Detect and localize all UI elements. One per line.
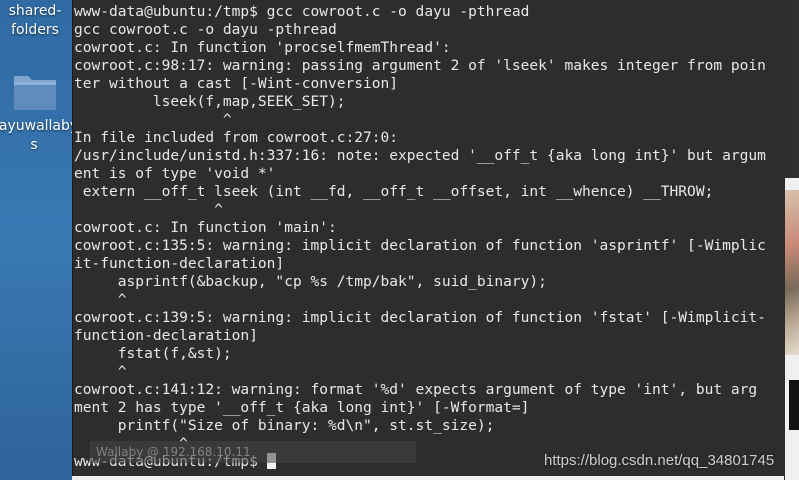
desktop-icon-shared-folders[interactable]: shared- folders (0, 2, 70, 40)
terminal-line: fstat(f,&st); (74, 345, 232, 362)
terminal-line: gcc cowroot.c -o dayu -pthread (74, 21, 337, 38)
terminal-line: /usr/include/unistd.h:337:16: note: expe… (74, 147, 766, 164)
desktop-icon-label-line1: dayuwallaby (0, 118, 79, 134)
terminal-line: ter without a cast [-Wint-conversion] (74, 75, 399, 92)
folder-icon[interactable] (13, 70, 57, 112)
terminal-output[interactable]: www-data@ubuntu:/tmp$ gcc cowroot.c -o d… (74, 3, 785, 471)
terminal-line: extern __off_t lseek (int __fd, __off_t … (74, 183, 714, 200)
terminal-line: ^ (74, 111, 232, 128)
desktop-icon-dayuwallabys[interactable]: dayuwallaby s (0, 117, 78, 155)
terminal-line: cowroot.c: In function 'procselfmemThrea… (74, 39, 451, 56)
taskbar-edge (72, 476, 784, 480)
terminal-line: printf("Size of binary: %d\n", st.st_siz… (74, 417, 495, 434)
terminal-line: it-function-declaration] (74, 255, 285, 272)
desktop-icon-label-line2: folders (11, 22, 59, 38)
terminal-line: function-declaration] (74, 327, 258, 344)
terminal-line: cowroot.c:98:17: warning: passing argume… (74, 57, 766, 74)
terminal-line: www-data@ubuntu:/tmp$ gcc cowroot.c -o d… (74, 3, 530, 20)
terminal-line: In file included from cowroot.c:27:0: (74, 129, 399, 146)
desktop: shared- folders dayuwallaby s (0, 0, 78, 480)
terminal-line: cowroot.c:141:12: warning: format '%d' e… (74, 381, 758, 398)
terminal-line: ment 2 has type '__off_t {aka long int}'… (74, 399, 530, 416)
terminal-line: cowroot.c:139:5: warning: implicit decla… (74, 309, 766, 326)
terminal-line: asprintf(&backup, "cp %s /tmp/bak", suid… (74, 273, 547, 290)
terminal-line: cowroot.c: In function 'main': (74, 219, 337, 236)
desktop-icon-label-line2: s (30, 137, 38, 153)
faded-tooltip: Wallaby @ 192.168.10.11 (90, 441, 416, 463)
terminal-line: ^ (74, 201, 223, 218)
desktop-icon-label-line1: shared- (8, 3, 62, 19)
terminal-line: ^ (74, 363, 127, 380)
terminal-line: ent is of type 'void *' (74, 165, 276, 182)
background-element (789, 380, 799, 430)
terminal-line: lseek(f,map,SEEK_SET); (74, 93, 346, 110)
terminal-window[interactable]: www-data@ubuntu:/tmp$ gcc cowroot.c -o d… (72, 0, 785, 480)
watermark: https://blog.csdn.net/qq_34801745 (544, 452, 775, 469)
terminal-line: ^ (74, 291, 127, 308)
terminal-line: cowroot.c:135:5: warning: implicit decla… (74, 237, 766, 254)
